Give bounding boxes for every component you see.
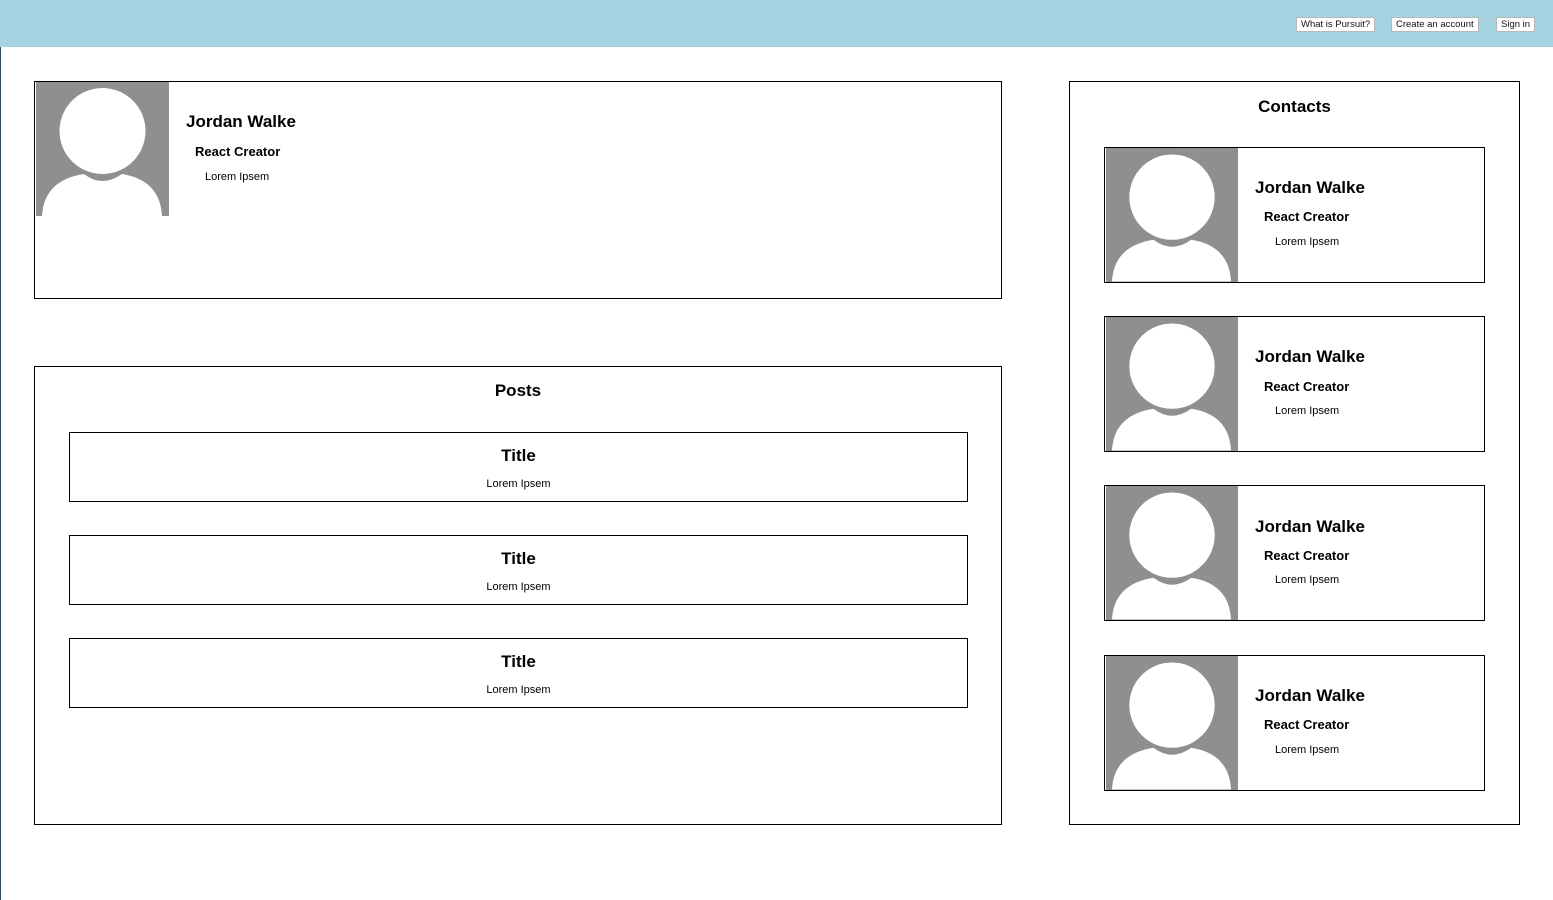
contact-role: React Creator: [1264, 548, 1350, 563]
contact-avatar: [1106, 148, 1238, 282]
top-navigation-bar: What is Pursuit? Create an account Sign …: [0, 0, 1553, 47]
window-left-edge: [0, 47, 1, 900]
default-user-avatar-icon: [1106, 148, 1238, 282]
profile-card: Jordan Walke React Creator Lorem Ipsem: [34, 81, 1002, 299]
contact-name: Jordan Walke: [1255, 517, 1365, 536]
contact-avatar: [1106, 317, 1238, 451]
profile-description: Lorem Ipsem: [205, 171, 270, 183]
contact-name: Jordan Walke: [1255, 178, 1365, 197]
contacts-panel: Contacts Jordan Walke React Creator Lore…: [1069, 81, 1520, 825]
contact-avatar: [1106, 656, 1238, 790]
post-card[interactable]: Title Lorem Ipsem: [69, 535, 968, 605]
create-account-button[interactable]: Create an account: [1391, 17, 1479, 32]
contact-description: Lorem Ipsem: [1275, 236, 1340, 248]
profile-avatar: [36, 82, 169, 216]
contact-role: React Creator: [1264, 379, 1350, 394]
default-user-avatar-icon: [1106, 317, 1238, 451]
posts-panel: Posts Title Lorem Ipsem Title Lorem Ipse…: [34, 366, 1002, 825]
profile-role: React Creator: [195, 144, 281, 159]
posts-heading: Posts: [494, 381, 542, 400]
contact-description: Lorem Ipsem: [1275, 574, 1340, 586]
post-card[interactable]: Title Lorem Ipsem: [69, 432, 968, 502]
contact-role: React Creator: [1264, 209, 1350, 224]
default-user-avatar-icon: [36, 82, 169, 216]
contact-card[interactable]: Jordan Walke React Creator Lorem Ipsem: [1104, 147, 1485, 283]
profile-name: Jordan Walke: [186, 112, 296, 131]
contact-avatar: [1106, 486, 1238, 620]
contact-card[interactable]: Jordan Walke React Creator Lorem Ipsem: [1104, 655, 1485, 791]
contact-name: Jordan Walke: [1255, 347, 1365, 366]
post-title: Title: [501, 652, 536, 671]
post-title: Title: [501, 446, 536, 465]
post-card[interactable]: Title Lorem Ipsem: [69, 638, 968, 708]
what-is-pursuit-button[interactable]: What is Pursuit?: [1296, 17, 1376, 32]
sign-in-button[interactable]: Sign in: [1496, 17, 1536, 32]
contact-name: Jordan Walke: [1255, 686, 1365, 705]
post-body: Lorem Ipsem: [486, 478, 551, 490]
contact-card[interactable]: Jordan Walke React Creator Lorem Ipsem: [1104, 316, 1485, 452]
contact-description: Lorem Ipsem: [1275, 744, 1340, 756]
contacts-heading: Contacts: [1258, 97, 1331, 116]
default-user-avatar-icon: [1106, 486, 1238, 620]
default-user-avatar-icon: [1106, 656, 1238, 790]
post-body: Lorem Ipsem: [486, 684, 551, 696]
contact-description: Lorem Ipsem: [1275, 405, 1340, 417]
post-title: Title: [501, 549, 536, 568]
contact-role: React Creator: [1264, 717, 1350, 732]
contact-card[interactable]: Jordan Walke React Creator Lorem Ipsem: [1104, 485, 1485, 621]
post-body: Lorem Ipsem: [486, 581, 551, 593]
